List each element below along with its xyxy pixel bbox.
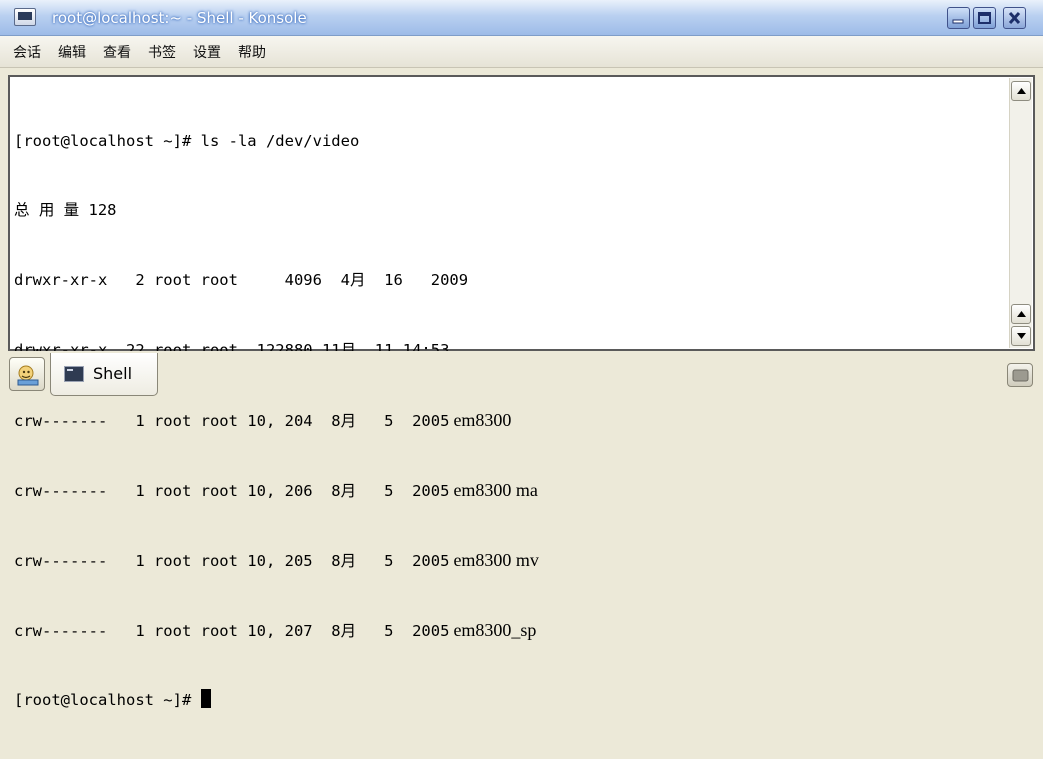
session-tab-bar: Shell (0, 351, 1043, 408)
minimize-icon (952, 19, 964, 24)
file-name: em8300 mv (453, 549, 539, 570)
line-text: crw------- 1 root root 10, 207 8月 5 2005 (14, 621, 450, 640)
line-text: crw------- 1 root root 10, 206 8月 5 2005 (14, 482, 450, 501)
title-bar[interactable]: root@localhost:~ - Shell - Konsole (0, 0, 1043, 36)
prompt-text: [root@localhost ~]# (14, 690, 201, 709)
close-button[interactable] (1003, 7, 1026, 29)
terminal-icon (64, 366, 84, 382)
line-text: crw------- 1 root root 10, 205 8月 5 2005 (14, 551, 450, 570)
terminal-line: crw------- 1 root root 10, 207 8月 5 2005… (14, 619, 539, 642)
menu-bar: 会话 编辑 查看 书签 设置 帮助 (0, 36, 1043, 68)
tab-label: Shell (93, 364, 133, 383)
terminal-line: crw------- 1 root root 10, 206 8月 5 2005… (14, 479, 539, 502)
menu-settings[interactable]: 设置 (193, 43, 221, 63)
terminal-line: drwxr-xr-x 2 root root 4096 4月 16 2009 (14, 269, 539, 292)
arrow-up-icon (1017, 88, 1026, 94)
tab-shell[interactable]: Shell (50, 353, 158, 396)
close-session-button[interactable] (1007, 363, 1033, 387)
line-text: crw------- 1 root root 10, 204 8月 5 2005 (14, 412, 450, 431)
new-session-button[interactable] (9, 357, 45, 391)
file-name: em8300_sp (453, 619, 537, 640)
terminal-line: [root@localhost ~]# ls -la /dev/video (14, 130, 539, 153)
terminal-prompt-line: [root@localhost ~]# (14, 688, 539, 712)
menu-view[interactable]: 查看 (103, 43, 131, 63)
scroll-up-button[interactable] (1011, 81, 1031, 101)
maximize-icon (978, 12, 991, 24)
file-name: em8300 ma (453, 480, 538, 501)
line-text: [root@localhost ~]# ls -la /dev/video (14, 131, 360, 150)
vertical-scrollbar[interactable] (1009, 78, 1032, 348)
line-text: 总 用 量 128 (14, 201, 117, 220)
terminal-line: crw------- 1 root root 10, 204 8月 5 2005… (14, 409, 539, 432)
terminal-line: crw------- 1 root root 10, 205 8月 5 2005… (14, 549, 539, 572)
menu-edit[interactable]: 编辑 (58, 43, 86, 63)
menu-bookmarks[interactable]: 书签 (148, 43, 176, 63)
new-session-icon (17, 365, 39, 386)
maximize-button[interactable] (973, 7, 996, 29)
window-title: root@localhost:~ - Shell - Konsole (52, 9, 307, 27)
scroll-track-up-button[interactable] (1011, 304, 1031, 324)
terminal-line: 总 用 量 128 (14, 199, 539, 222)
konsole-icon[interactable] (14, 8, 36, 26)
arrow-down-icon (1017, 333, 1026, 339)
menu-help[interactable]: 帮助 (238, 43, 266, 63)
terminal-view[interactable]: [root@localhost ~]# ls -la /dev/video 总 … (8, 75, 1035, 709)
text-cursor (200, 688, 211, 708)
minimize-button[interactable] (947, 7, 970, 29)
terminal-output: [root@localhost ~]# ls -la /dev/video 总 … (14, 83, 539, 759)
scroll-down-button[interactable] (1011, 326, 1031, 346)
close-icon (1008, 11, 1021, 25)
arrow-up-icon (1017, 311, 1026, 317)
line-text: drwxr-xr-x 2 root root 4096 4月 16 2009 (14, 271, 469, 290)
menu-session[interactable]: 会话 (13, 43, 41, 63)
close-session-icon (1012, 369, 1029, 382)
file-name: em8300 (453, 410, 512, 431)
